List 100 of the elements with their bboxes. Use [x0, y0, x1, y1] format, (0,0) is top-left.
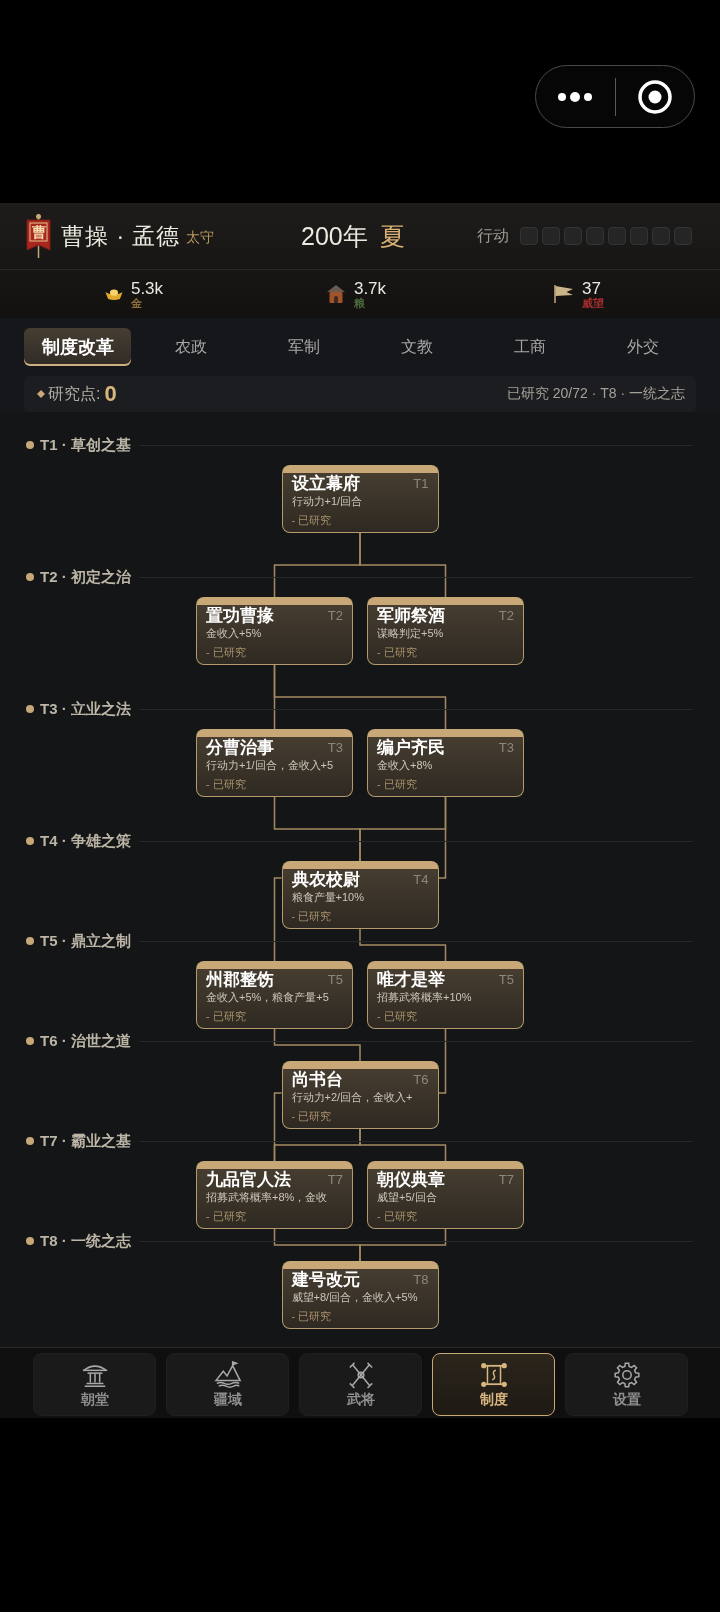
- card-title: 编户齐民: [377, 739, 445, 757]
- tier-tag: T6: [413, 1072, 429, 1088]
- status-text: - 已研究: [291, 1309, 332, 1323]
- tech-card[interactable]: 编户齐民 T3 金收入+8% - 已研究: [367, 729, 524, 797]
- pennant-icon: [552, 284, 574, 304]
- target-icon: [637, 79, 672, 114]
- card-title: 九品官人法: [206, 1171, 291, 1189]
- tech-card[interactable]: 设立幕府 T1 行动力+1/回合 - 已研究: [281, 465, 439, 533]
- card-title: 朝仪典章: [377, 1171, 445, 1189]
- effect-text: 粮食产量+10%: [291, 890, 364, 905]
- tier-tag: T7: [498, 1172, 514, 1188]
- card-title: 设立幕府: [291, 475, 360, 493]
- tier-tag: T2: [327, 608, 343, 624]
- resource-value: 3.7k: [353, 279, 387, 298]
- tier-dot-icon: [26, 573, 34, 581]
- tier-tag: T5: [498, 972, 514, 988]
- tier-tag: T8: [413, 1272, 429, 1288]
- tech-card[interactable]: 典农校尉 T4 粮食产量+10% - 已研究: [281, 861, 439, 929]
- nav-button[interactable]: 武将: [299, 1353, 422, 1416]
- status-text: - 已研究: [291, 1109, 332, 1123]
- hut-icon: [325, 284, 346, 304]
- tech-card[interactable]: 朝仪典章 T7 威望+5/回合 - 已研究: [367, 1161, 524, 1229]
- nav-button[interactable]: 朝堂: [33, 1353, 156, 1416]
- effect-text: 金收入+5%，粮食产量+5: [206, 990, 329, 1005]
- card-title: 建号改元: [291, 1271, 360, 1289]
- card-title: 置功曹掾: [206, 607, 274, 625]
- connector-line: [437, 1028, 447, 1094]
- tier-tag: T5: [327, 972, 343, 988]
- tier-label: T2 · 初定之治: [40, 567, 131, 587]
- card-title: 军师祭酒: [377, 607, 445, 625]
- status-text: - 已研究: [291, 513, 332, 527]
- tier-tag: T2: [498, 608, 514, 624]
- status-text: - 已研究: [377, 1009, 417, 1023]
- status-text: - 已研究: [206, 645, 246, 659]
- tier-tag: T3: [498, 740, 514, 756]
- effect-text: 行动力+2/回合，金收入+: [291, 1090, 413, 1105]
- resource-value: 5.3k: [130, 279, 164, 298]
- policy-tab[interactable]: 工商: [476, 328, 583, 366]
- tech-card[interactable]: 九品官人法 T7 招募武将概率+8%，金收 - 已研究: [196, 1161, 353, 1229]
- progress-text: 已研究 20/72 · T8 · 一统之志: [506, 385, 685, 403]
- tier-tag: T1: [413, 476, 429, 492]
- status-text: - 已研究: [291, 909, 332, 923]
- status-text: - 已研究: [206, 1009, 246, 1023]
- tier-label: T6 · 治世之道: [40, 1031, 131, 1051]
- policy-tab[interactable]: 军制: [250, 328, 357, 366]
- tech-card[interactable]: 州郡整饬 T5 金收入+5%，粮食产量+5 - 已研究: [196, 961, 353, 1029]
- resource-value: 37: [582, 279, 601, 298]
- tier-dot-icon: [26, 837, 34, 845]
- effect-text: 招募武将概率+10%: [377, 990, 472, 1005]
- more-icon: [557, 91, 594, 102]
- tier-dot-icon: [26, 937, 34, 945]
- card-title: 分曹治事: [206, 739, 274, 757]
- tier-dot-icon: [26, 1137, 34, 1145]
- status-text: - 已研究: [377, 777, 417, 791]
- effect-text: 金收入+5%: [206, 626, 262, 641]
- tier-tag: T4: [413, 872, 429, 888]
- actions-label: 行动: [477, 225, 509, 246]
- status-text: - 已研究: [206, 777, 246, 791]
- tier-tag: T3: [327, 740, 343, 756]
- effect-text: 行动力+1/回合: [291, 494, 363, 509]
- effect-text: 金收入+8%: [377, 758, 433, 773]
- season-text: 夏: [379, 220, 405, 252]
- tier-dot-icon: [26, 441, 34, 449]
- resource-label: 粮: [353, 297, 365, 309]
- effect-text: 威望+8/回合，金收入+5%: [291, 1290, 418, 1305]
- tier-dot-icon: [26, 705, 34, 713]
- ruler-name: 曹操 · 孟德: [61, 221, 181, 251]
- tech-card[interactable]: 军师祭酒 T2 谋略判定+5% - 已研究: [367, 597, 524, 665]
- status-text: - 已研究: [377, 645, 417, 659]
- status-text: - 已研究: [206, 1209, 246, 1223]
- scroll-icon: [479, 1360, 508, 1389]
- ingot-icon: [104, 287, 123, 301]
- resource-label: 金: [130, 297, 142, 309]
- mountains-icon: [213, 1360, 242, 1389]
- tech-card[interactable]: 唯才是举 T5 招募武将概率+10% - 已研究: [367, 961, 524, 1029]
- year-text: 200年: [301, 220, 368, 252]
- card-title: 州郡整饬: [206, 971, 274, 989]
- policy-tab[interactable]: 外交: [589, 328, 696, 366]
- tier-label: T5 · 鼎立之制: [40, 931, 131, 951]
- nav-button[interactable]: 设置: [565, 1353, 688, 1416]
- tier-label: T7 · 霸业之基: [40, 1131, 131, 1151]
- tech-card[interactable]: 分曹治事 T3 行动力+1/回合，金收入+5 - 已研究: [196, 729, 353, 797]
- points-label: 研究点:: [48, 383, 101, 404]
- nav-button[interactable]: 制度: [432, 1353, 555, 1416]
- card-title: 尚书台: [291, 1071, 343, 1089]
- tech-card[interactable]: 置功曹掾 T2 金收入+5% - 已研究: [196, 597, 353, 665]
- effect-text: 威望+5/回合: [377, 1190, 437, 1205]
- banner-flag: 曹: [26, 214, 51, 258]
- card-title: 唯才是举: [377, 971, 445, 989]
- settings-icon: [612, 1360, 641, 1389]
- policy-tab[interactable]: 文教: [363, 328, 470, 366]
- policy-tab[interactable]: 制度改革: [24, 328, 131, 366]
- nav-button[interactable]: 疆域: [166, 1353, 289, 1416]
- tech-card[interactable]: 尚书台 T6 行动力+2/回合，金收入+ - 已研究: [281, 1061, 439, 1129]
- policy-tab[interactable]: 农政: [137, 328, 244, 366]
- diamond-icon: [37, 390, 45, 398]
- tech-card[interactable]: 建号改元 T8 威望+8/回合，金收入+5% - 已研究: [281, 1261, 439, 1329]
- tier-label: T8 · 一统之志: [40, 1231, 131, 1251]
- tier-label: T4 · 争雄之策: [40, 831, 131, 851]
- effect-text: 行动力+1/回合，金收入+5: [206, 758, 334, 773]
